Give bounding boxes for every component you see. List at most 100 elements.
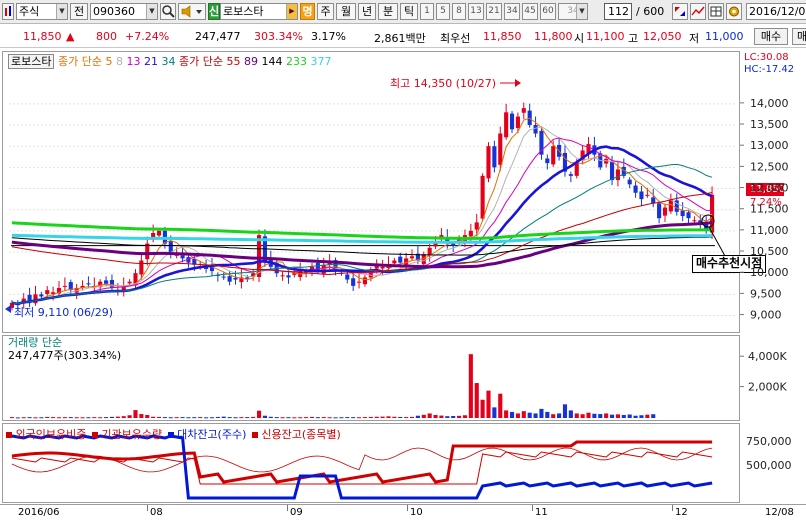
chevron-down-icon[interactable]: ▼	[56, 4, 67, 19]
ma-5-label: 5	[105, 55, 113, 68]
volume-bar	[174, 417, 179, 419]
low-price: 11,000	[705, 30, 744, 43]
date-field[interactable]: 2016/12/0	[746, 3, 806, 20]
volume-bar	[245, 417, 250, 419]
volume-bar	[445, 416, 450, 418]
indicator-axis-label: 500,000	[746, 459, 792, 472]
volume-bar	[345, 417, 350, 419]
minute-custom-select[interactable]: 34 ▼	[558, 3, 588, 20]
chevron-down-icon[interactable]: ▼	[576, 4, 587, 19]
volume-bar	[474, 383, 479, 418]
indicator-institution-label: 기관보유수량	[101, 428, 163, 441]
expand-icon[interactable]	[672, 3, 688, 20]
candle-body	[156, 230, 162, 236]
x-axis-tick	[407, 505, 408, 511]
price-chart-panel[interactable]	[2, 51, 740, 333]
minute-1-button[interactable]: 1	[420, 3, 434, 20]
candle-body	[498, 133, 503, 165]
volume-bar	[374, 416, 379, 418]
candle-body	[45, 290, 50, 294]
minute-1-label: 1	[424, 6, 430, 16]
volume-bar	[145, 414, 150, 418]
gear-icon[interactable]	[726, 3, 742, 20]
best-quote-label: 최우선	[440, 32, 471, 45]
volume-bar	[133, 410, 138, 418]
chart-type-icon[interactable]	[2, 3, 14, 20]
change-percent: +7.24%	[125, 30, 170, 43]
volume-bar	[574, 413, 579, 418]
period-tick-button[interactable]: 틱	[400, 3, 418, 20]
market-select-value: 주식	[19, 5, 40, 18]
volume-bar	[156, 416, 162, 418]
stock-code-value: 090360	[93, 5, 135, 18]
buy-button-2[interactable]: 매	[792, 28, 806, 45]
myeong-badge[interactable]: 명	[300, 3, 315, 20]
speaker-icon[interactable]	[178, 3, 206, 20]
volume-bar	[615, 414, 620, 418]
x-axis-label: 2016/06	[18, 507, 60, 518]
candle-body	[145, 243, 150, 260]
search-icon[interactable]	[160, 3, 176, 20]
candle-body	[398, 256, 403, 263]
buy-button[interactable]: 매수	[754, 28, 788, 45]
volume-bar	[280, 417, 285, 419]
volume-bar	[545, 411, 550, 418]
stock-code-input[interactable]: 090360 ▼	[90, 3, 158, 20]
price-chart[interactable]	[3, 52, 741, 334]
price-axis-label: 9,500	[750, 287, 782, 300]
price-axis-label: 9,000	[750, 309, 782, 322]
tab-jeon[interactable]: 전	[70, 3, 88, 20]
triangle-right-icon[interactable]: ▶	[286, 4, 297, 19]
minute-8-button[interactable]: 8	[452, 3, 466, 20]
period-minute-button[interactable]: 분	[378, 3, 398, 20]
volume-bar	[233, 417, 238, 419]
ma-144-label: 144	[261, 55, 283, 68]
grid-icon[interactable]	[708, 3, 724, 20]
candle-body	[533, 125, 538, 134]
buy-button-label: 매수	[760, 30, 782, 43]
candle-body	[168, 241, 173, 253]
minute-5-button[interactable]: 5	[436, 3, 450, 20]
volume-bar	[562, 404, 568, 418]
volume-bar	[9, 417, 15, 419]
candle-body	[227, 276, 232, 282]
minute-13-label: 13	[470, 6, 482, 16]
ma-89-label: 89	[243, 55, 258, 68]
minute-13-button[interactable]: 13	[468, 3, 484, 20]
volume-bar	[21, 417, 26, 419]
minute-60-button[interactable]: 60	[540, 3, 556, 20]
volume-bar	[339, 417, 344, 419]
period-minute-label: 분	[382, 5, 394, 18]
indicator-icon[interactable]	[690, 3, 706, 20]
period-tick-label: 틱	[403, 5, 415, 18]
minute-21-button[interactable]: 21	[486, 3, 502, 20]
minute-45-button[interactable]: 45	[522, 3, 538, 20]
stock-name-field[interactable]: 로보스타 ▶	[220, 3, 298, 20]
period-month-label: 월	[340, 5, 352, 18]
candle-body	[521, 108, 526, 113]
volume-bar	[104, 417, 109, 419]
chevron-down-icon[interactable]: ▼	[146, 4, 157, 19]
volume-bar	[51, 417, 56, 419]
volume-bar	[645, 414, 650, 418]
volume-bar	[362, 417, 368, 419]
market-select[interactable]: 주식 ▼	[16, 3, 68, 20]
period-week-button[interactable]: 주	[317, 3, 334, 20]
lending-balance-line	[11, 434, 713, 500]
chart-toolbar: 주식 ▼ 전 090360 ▼ 신 로보스타 ▶ 명 주 월 년 분 틱 1 5…	[0, 0, 806, 24]
volume-bar	[15, 417, 20, 419]
high-annotation: 최고 14,350 (10/27)	[390, 77, 497, 90]
series-marker-icon	[6, 432, 12, 438]
institution-holding-line	[11, 451, 713, 485]
volume-bar	[504, 410, 509, 418]
trade-amount: 2,861백만	[374, 32, 426, 45]
candle-body	[86, 283, 91, 285]
bar-count-input[interactable]: 112	[604, 3, 632, 20]
minute-34-button[interactable]: 34	[504, 3, 520, 20]
tab-jeon-label: 전	[73, 5, 85, 18]
price-axis-label: 12,000	[750, 182, 789, 195]
period-year-button[interactable]: 년	[358, 3, 376, 20]
volume-bar	[221, 416, 226, 418]
volume-bar	[468, 354, 473, 418]
period-month-button[interactable]: 월	[336, 3, 356, 20]
